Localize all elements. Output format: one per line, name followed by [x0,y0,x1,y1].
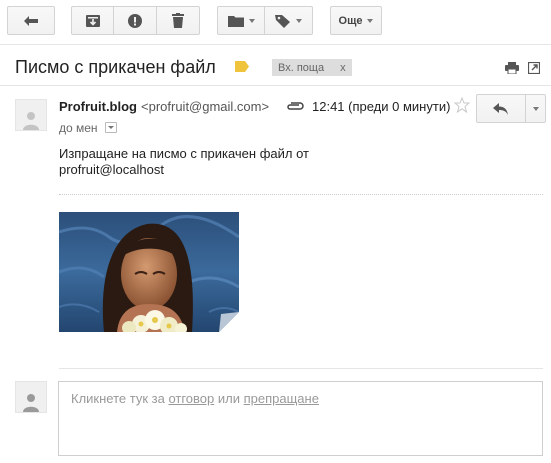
folder-icon [227,15,244,27]
user-avatar [15,381,47,413]
reply-button[interactable] [476,94,526,123]
recipient-line: до мен [59,121,98,135]
reply-link[interactable]: отговор [168,391,214,406]
body-line: Изпращане на писмо с прикачен файл от [59,146,309,161]
inbox-label-text: Вх. поща [278,61,325,74]
paperclip-icon [287,102,304,110]
toolbar-divider [0,44,551,45]
chevron-down-icon [108,126,114,129]
trash-icon [172,13,184,28]
body-line: profruit@localhost [59,162,164,177]
remove-label-button[interactable]: x [340,62,346,74]
delete-button[interactable] [157,6,200,35]
more-button-label: Още [338,14,363,27]
reply-more-button[interactable] [526,94,546,123]
chevron-down-icon [367,18,374,23]
more-button[interactable]: Още [330,6,382,35]
action-button-group [71,6,200,35]
show-details-button[interactable] [105,122,117,133]
attachment-photo [59,212,239,332]
person-icon [23,112,39,130]
chevron-down-icon [532,106,539,111]
important-marker-icon[interactable] [235,61,249,72]
sender-avatar [15,99,47,131]
print-icon[interactable] [505,62,519,74]
report-spam-icon [128,13,142,28]
archive-icon [85,15,100,27]
subject-divider [0,85,551,86]
reply-prompt-prefix: Кликнете тук за [71,391,169,406]
reply-prompt-middle: или [214,391,244,406]
label-tag-icon [275,14,290,28]
sender-email: <profruit@gmail.com> [141,99,270,114]
sender-name[interactable]: Profruit.blog [59,99,137,114]
labels-button[interactable] [265,6,313,35]
reply-divider [59,368,543,369]
reply-box[interactable]: Кликнете тук за отговор или препращане [58,381,543,456]
attachment-thumbnail[interactable] [59,212,239,332]
arrow-left-icon [24,15,38,26]
message-body: Изпращане на писмо с прикачен файл от pr… [59,146,359,178]
reply-icon [493,102,508,115]
body-separator [59,194,543,195]
archive-button[interactable] [71,6,114,35]
person-icon [23,394,39,412]
message-subject: Писмо с прикачен файл [15,57,216,77]
reply-button-group [476,94,546,123]
chevron-down-icon [248,18,255,23]
new-window-icon[interactable] [528,62,540,74]
inbox-label-chip: Вх. поща x [272,59,352,76]
star-icon[interactable] [454,97,470,113]
move-to-button[interactable] [217,6,265,35]
message-time: 12:41 (преди 0 минути) [312,99,451,114]
chevron-down-icon [296,18,302,23]
organize-button-group [217,6,313,35]
report-spam-button[interactable] [114,6,157,35]
back-button[interactable] [7,6,55,35]
forward-link[interactable]: препращане [244,391,319,406]
